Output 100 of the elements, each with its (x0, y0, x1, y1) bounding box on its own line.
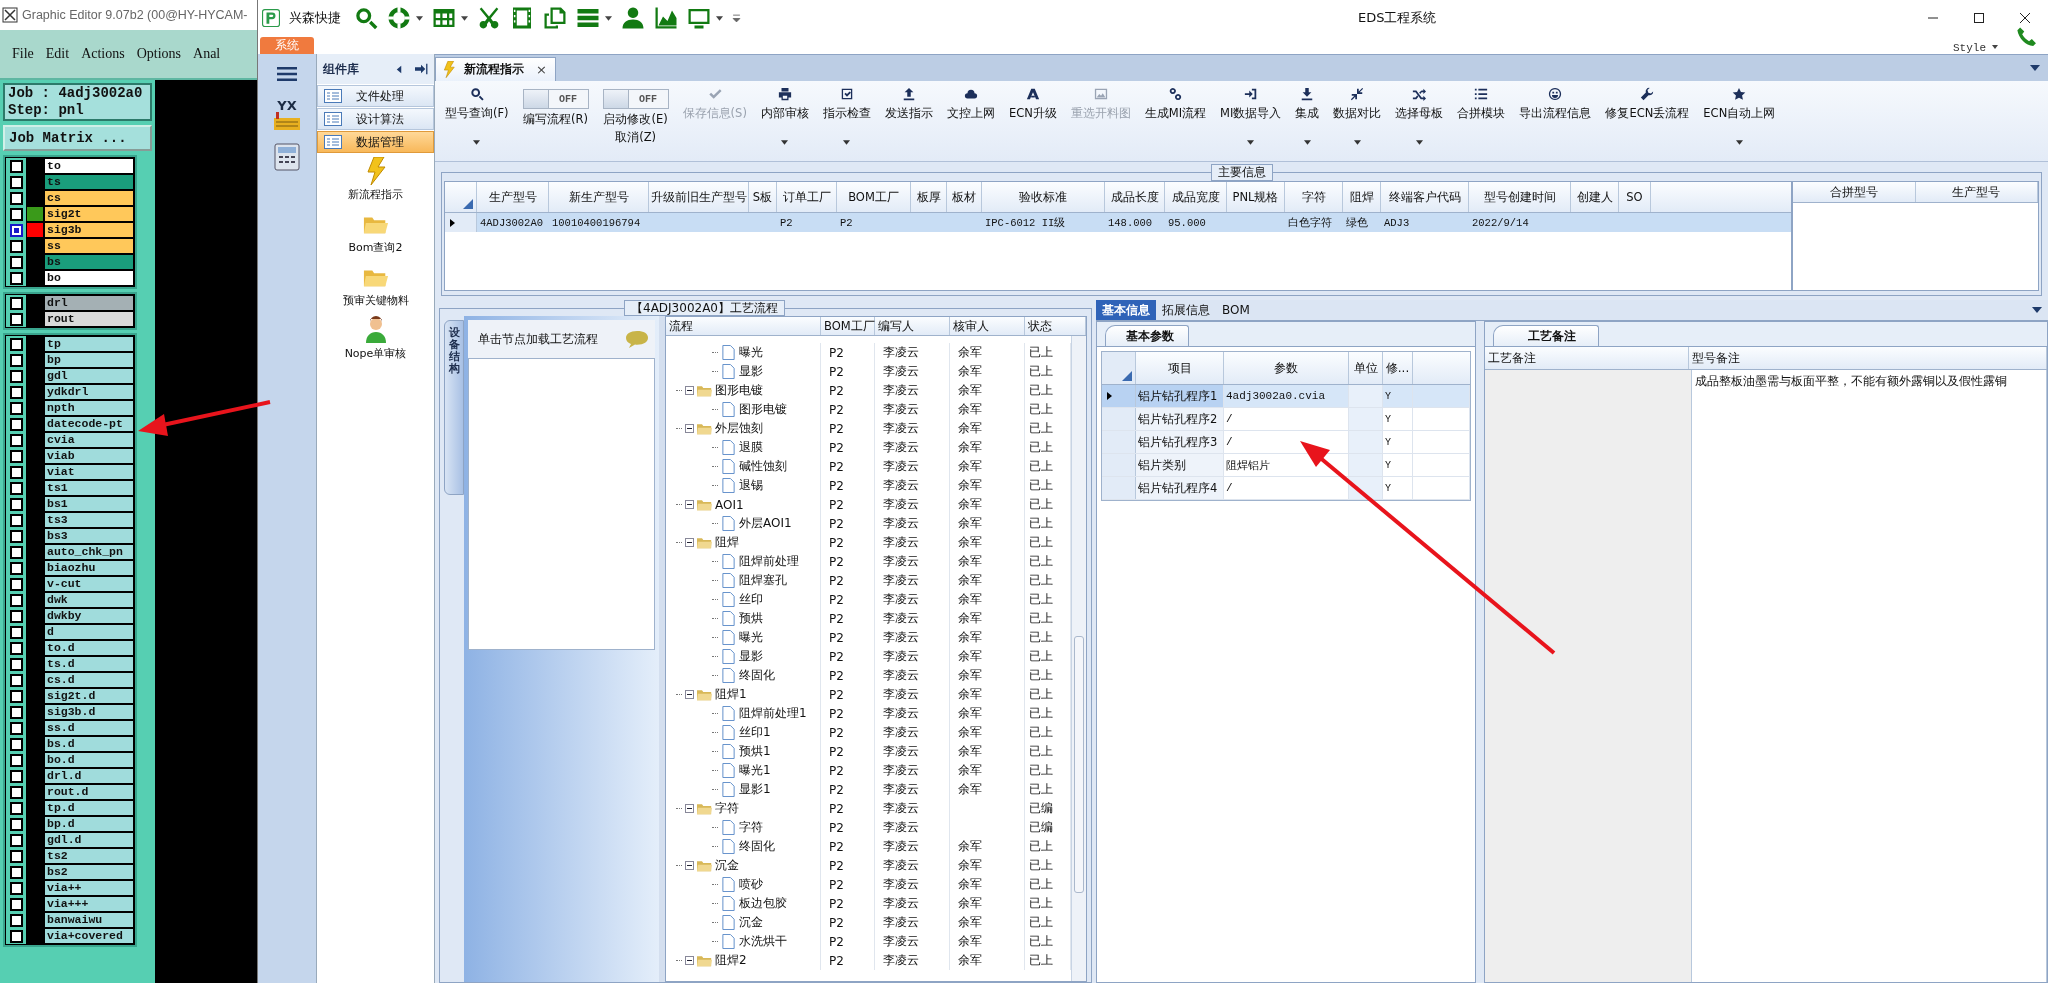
collapse-toggle-icon[interactable] (685, 804, 694, 813)
tree-node-label[interactable]: 阻焊1 (715, 686, 747, 703)
layer-checkbox[interactable] (9, 641, 23, 655)
column-header[interactable]: 工艺备注 (1485, 347, 1689, 369)
collapse-toggle-icon[interactable] (685, 956, 694, 965)
table-row[interactable]: 铝片类别 阻焊铝片 Y (1102, 454, 1470, 477)
tree-node-label[interactable]: 阻焊 (715, 534, 739, 551)
column-header[interactable]: 板材 (947, 182, 982, 212)
layer-checkbox[interactable] (9, 657, 23, 671)
layer-name[interactable]: viab (44, 448, 134, 464)
layer-checkbox[interactable] (9, 769, 23, 783)
dropdown-caret-icon[interactable] (2030, 65, 2040, 71)
column-header[interactable]: BOM工厂 (821, 317, 875, 335)
tree-node-label[interactable]: 显影 (739, 648, 763, 665)
ribbon-button[interactable]: ECN自动上网 (1699, 81, 1780, 161)
tree-node-label[interactable]: 字符 (715, 800, 739, 817)
caret-icon[interactable] (605, 15, 612, 21)
table-row[interactable]: 铝片钻孔程序3 / Y (1102, 431, 1470, 454)
ribbon-button[interactable]: 发送指示 (880, 81, 937, 161)
detail-tab[interactable]: 拓展信息 (1156, 300, 1216, 320)
layer-name[interactable]: bs (44, 254, 134, 270)
menu-icon[interactable] (277, 66, 297, 82)
layer-checkbox[interactable] (9, 561, 23, 575)
ribbon-button[interactable]: 数据对比 (1329, 81, 1386, 161)
customize-caret-icon[interactable] (732, 13, 741, 23)
menu-item[interactable]: Edit (45, 46, 70, 62)
collapse-toggle-icon[interactable] (685, 690, 694, 699)
layer-name[interactable]: bs1 (44, 496, 134, 512)
layer-checkbox[interactable] (9, 609, 23, 623)
menu-item[interactable]: Options (136, 46, 182, 62)
tree-node-label[interactable]: 退膜 (739, 439, 763, 456)
tree-node-label[interactable]: 外层蚀刻 (715, 420, 763, 437)
column-header[interactable]: 阻焊 (1343, 182, 1381, 212)
layer-name[interactable]: gdl.d (44, 832, 134, 848)
scissors-icon[interactable] (477, 6, 501, 30)
module-tile[interactable]: 新流程指示 (348, 157, 403, 202)
layer-name[interactable]: rout (44, 311, 134, 327)
tree-node-label[interactable]: 喷砂 (739, 876, 763, 893)
column-header[interactable]: S板 (749, 182, 777, 212)
layer-name[interactable]: auto_chk_pn (44, 544, 134, 560)
tree-node-label[interactable]: 阻焊2 (715, 952, 747, 969)
monitor-icon[interactable] (687, 6, 711, 30)
column-header[interactable]: 项目 (1136, 352, 1224, 384)
ribbon-button[interactable]: 修复ECN丢流程 (1601, 81, 1694, 161)
layer-name[interactable]: viat (44, 464, 134, 480)
factory-nav-button[interactable]: YX (268, 98, 306, 132)
layer-name[interactable]: rout.d (44, 784, 134, 800)
column-header[interactable]: 编写人 (875, 317, 950, 335)
tree-node-label[interactable]: 丝印 (739, 591, 763, 608)
tree-node-label[interactable]: 曝光 (739, 344, 763, 361)
layer-name[interactable]: via+++ (44, 896, 134, 912)
layer-name[interactable]: dwk (44, 592, 134, 608)
layer-name[interactable]: drl.d (44, 768, 134, 784)
layer-name[interactable]: via+covered (44, 928, 134, 944)
sub-tab[interactable]: 工艺备注 (1493, 325, 1599, 346)
tree-node-label[interactable]: 外层AOI1 (739, 515, 792, 532)
caret-icon[interactable] (416, 15, 423, 21)
column-header[interactable]: 验收标准 (982, 182, 1105, 212)
layer-checkbox[interactable] (9, 175, 23, 189)
layer-checkbox[interactable] (9, 312, 23, 326)
column-header[interactable]: BOM工厂 (837, 182, 911, 212)
layer-name[interactable]: cvia (44, 432, 134, 448)
layer-checkbox[interactable] (9, 191, 23, 205)
layer-name[interactable]: via++ (44, 880, 134, 896)
layer-checkbox[interactable] (9, 625, 23, 639)
layer-checkbox[interactable] (9, 929, 23, 943)
caret-icon[interactable] (716, 15, 723, 21)
pin-arrow-icon[interactable] (414, 63, 428, 75)
layer-name[interactable]: to.d (44, 640, 134, 656)
film-icon[interactable] (510, 6, 534, 30)
layer-checkbox[interactable] (9, 159, 23, 173)
document-tab[interactable]: 新流程指示 × (435, 57, 556, 81)
tree-node-label[interactable]: 图形电镀 (715, 382, 763, 399)
layer-name[interactable]: ts (44, 174, 134, 190)
sub-tab[interactable]: 基本参数 (1105, 325, 1189, 346)
menu-item[interactable]: File (12, 46, 34, 62)
job-matrix-button[interactable]: Job Matrix ... (3, 125, 152, 151)
detail-tab[interactable]: BOM (1216, 300, 1256, 320)
scrollbar[interactable] (1071, 336, 1086, 981)
ribbon-button[interactable]: 集成 (1291, 81, 1324, 161)
column-header[interactable]: PNL规格 (1227, 182, 1285, 212)
layer-checkbox[interactable] (9, 417, 23, 431)
layer-checkbox[interactable] (9, 673, 23, 687)
layer-checkbox[interactable] (9, 753, 23, 767)
close-tab-button[interactable]: × (536, 62, 547, 77)
column-header[interactable]: 创建人 (1571, 182, 1619, 212)
tree-node-label[interactable]: 退锡 (739, 477, 763, 494)
layer-name[interactable]: bs3 (44, 528, 134, 544)
tree-node-label[interactable]: 阻焊前处理 (739, 553, 799, 570)
column-header[interactable]: 合拼型号 (1793, 182, 1916, 202)
tree-node-label[interactable]: 显影 (739, 363, 763, 380)
layer-name[interactable]: v-cut (44, 576, 134, 592)
component-group-item[interactable]: 文件处理 (317, 85, 434, 107)
toggle-switch[interactable]: OFF (522, 89, 589, 109)
layer-checkbox[interactable] (9, 705, 23, 719)
layer-checkbox[interactable] (9, 296, 23, 310)
ribbon-button[interactable]: 指示检查 (818, 81, 875, 161)
layer-checkbox[interactable] (9, 833, 23, 847)
column-header[interactable]: 升级前旧生产型号 (649, 182, 749, 212)
collapse-toggle-icon[interactable] (685, 538, 694, 547)
